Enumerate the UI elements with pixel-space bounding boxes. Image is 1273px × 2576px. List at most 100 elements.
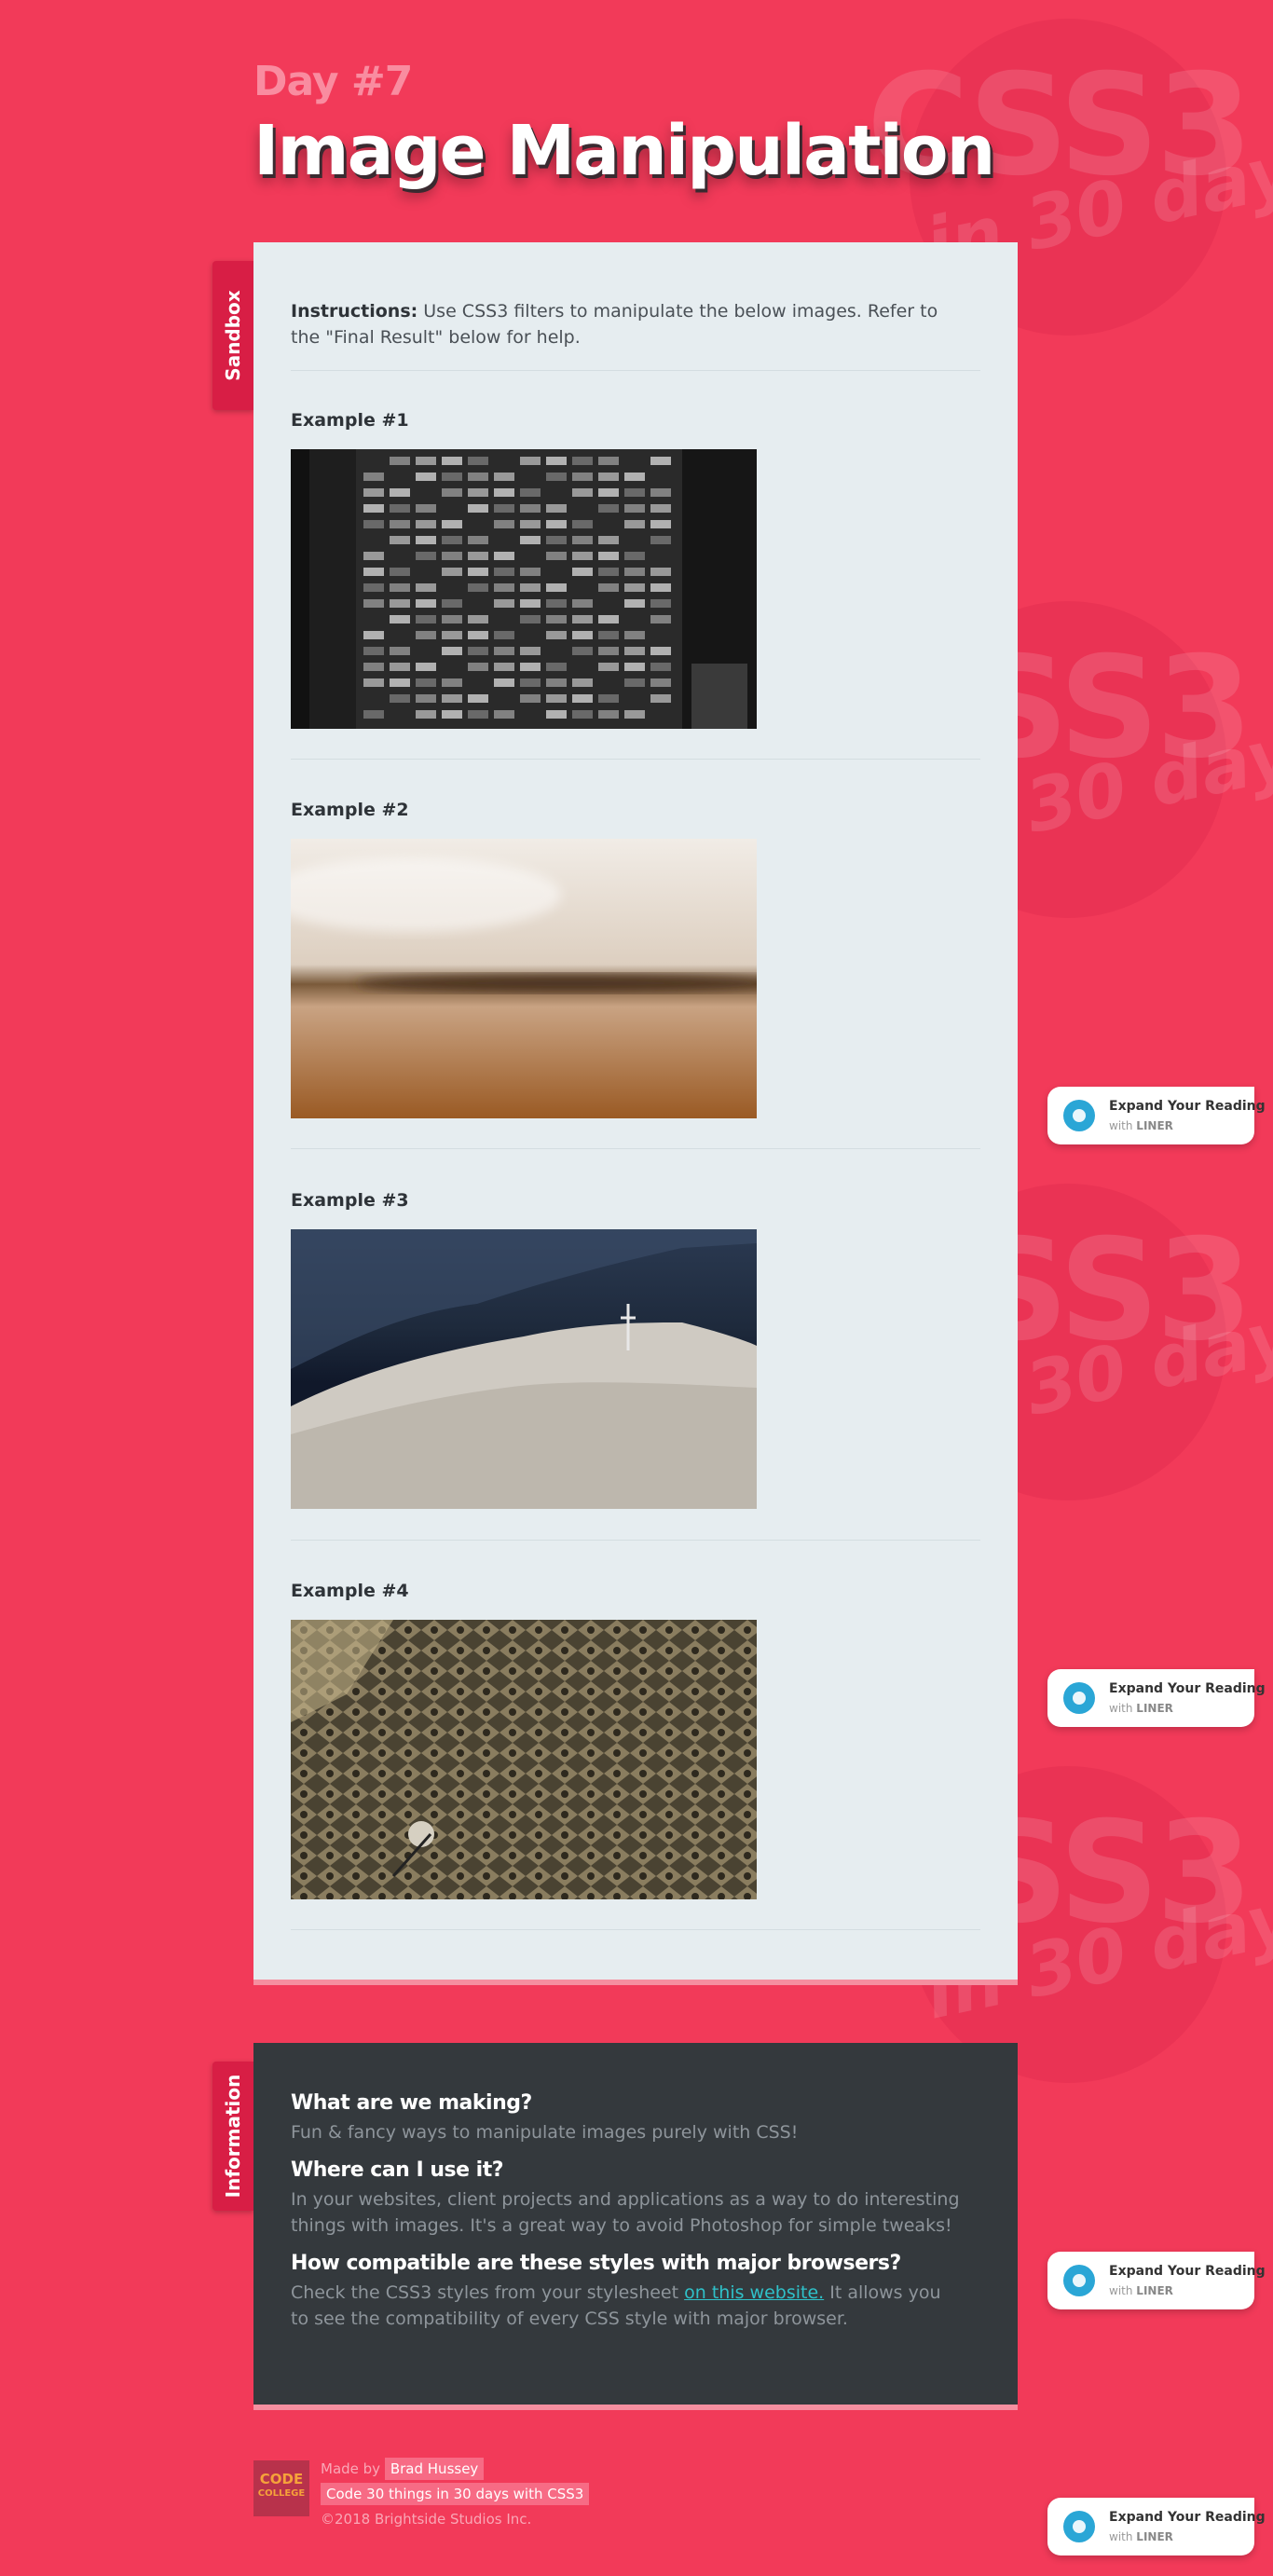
- building-window: [546, 457, 567, 465]
- building-window: [494, 647, 514, 655]
- building-window: [468, 488, 488, 497]
- building-window: [468, 473, 488, 481]
- building-window: [390, 663, 410, 671]
- liner-widget[interactable]: Expand Your Reading with LINER: [1047, 1087, 1266, 1144]
- building-window: [363, 663, 384, 671]
- building-window: [494, 520, 514, 528]
- building-window: [494, 599, 514, 608]
- building-window: [572, 568, 593, 576]
- building-window: [468, 647, 488, 655]
- liner-widget[interactable]: Expand Your Reading with LINER: [1047, 2252, 1266, 2309]
- logo-text: CODE: [259, 2471, 304, 2487]
- building-window: [442, 457, 462, 465]
- information-tab-label: Information: [222, 2074, 244, 2199]
- building-window: [572, 710, 593, 719]
- building-window: [416, 694, 436, 703]
- building-window: [546, 631, 567, 639]
- building-window: [546, 663, 567, 671]
- building-window: [598, 663, 619, 671]
- building-window: [624, 552, 645, 560]
- course-link[interactable]: Code 30 things in 30 days with CSS3: [321, 2483, 590, 2505]
- building-window: [650, 583, 671, 592]
- example-2-label: Example #2: [291, 800, 409, 820]
- building-window: [572, 457, 593, 465]
- building-window: [520, 536, 541, 544]
- divider: [291, 759, 980, 760]
- building-window: [390, 599, 410, 608]
- building-window: [546, 473, 567, 481]
- example-3-image: [291, 1229, 757, 1509]
- building-window: [598, 457, 619, 465]
- building-window: [520, 678, 541, 687]
- information-tab: Information: [212, 2062, 253, 2211]
- code-college-logo[interactable]: CODE COLLEGE: [253, 2460, 309, 2516]
- building-window: [442, 473, 462, 481]
- liner-title: Expand Your Reading: [1109, 2264, 1266, 2279]
- building-window: [598, 536, 619, 544]
- liner-widget[interactable]: Expand Your Reading with LINER: [1047, 2498, 1266, 2555]
- building-window: [598, 647, 619, 655]
- building-window: [416, 663, 436, 671]
- building-window: [468, 457, 488, 465]
- made-by: Made by Brad Hussey: [321, 2458, 485, 2480]
- building-window: [442, 552, 462, 560]
- building-window: [598, 568, 619, 576]
- building-window: [494, 473, 514, 481]
- liner-title: Expand Your Reading: [1109, 1099, 1266, 1114]
- building-window: [546, 615, 567, 623]
- building-window: [520, 615, 541, 623]
- building-window: [363, 552, 384, 560]
- liner-widget[interactable]: Expand Your Reading with LINER: [1047, 1669, 1266, 1727]
- building-window: [624, 631, 645, 639]
- building-window: [546, 710, 567, 719]
- building-window: [546, 583, 567, 592]
- building-window: [416, 552, 436, 560]
- sandbox-tab: Sandbox: [212, 261, 253, 410]
- faq-answer: In your websites, client projects and ap…: [291, 2189, 960, 2236]
- building-window: [442, 520, 462, 528]
- building-window: [624, 647, 645, 655]
- building-window: [650, 457, 671, 465]
- building-window: [546, 520, 567, 528]
- example-3-label: Example #3: [291, 1190, 409, 1211]
- building-window: [442, 568, 462, 576]
- faq-question: How compatible are these styles with maj…: [291, 2252, 901, 2275]
- building-window: [494, 663, 514, 671]
- building-window: [520, 488, 541, 497]
- building-window: [363, 599, 384, 608]
- page-title: Image Manipulation: [253, 111, 995, 191]
- liner-subtitle: with LINER: [1109, 2284, 1173, 2297]
- building-window: [390, 647, 410, 655]
- building-window: [468, 694, 488, 703]
- building-window: [416, 536, 436, 544]
- divider: [291, 370, 980, 371]
- faq-answer-text: Check the CSS3 styles from your styleshe…: [291, 2282, 685, 2303]
- building-window: [416, 599, 436, 608]
- building-window: [624, 678, 645, 687]
- building-window: [624, 710, 645, 719]
- building-window: [624, 488, 645, 497]
- building-window: [572, 552, 593, 560]
- building-window: [442, 647, 462, 655]
- building-window: [416, 473, 436, 481]
- instructions-label: Instructions:: [291, 301, 418, 322]
- building-window: [390, 615, 410, 623]
- page-header: Day #7 Image Manipulation: [253, 58, 995, 191]
- building-window: [363, 473, 384, 481]
- author-link[interactable]: Brad Hussey: [384, 2458, 485, 2480]
- building-window: [546, 599, 567, 608]
- faq-question: Where can I use it?: [291, 2158, 504, 2182]
- building-window: [572, 615, 593, 623]
- building-window: [442, 710, 462, 719]
- information-panel: What are we making? Fun & fancy ways to …: [253, 2043, 1018, 2410]
- liner-title: Expand Your Reading: [1109, 1681, 1266, 1696]
- building-window: [624, 520, 645, 528]
- building-window: [572, 536, 593, 544]
- divider: [291, 1929, 980, 1930]
- building-window: [598, 488, 619, 497]
- building-window: [390, 457, 410, 465]
- compatibility-link[interactable]: on this website.: [684, 2282, 824, 2303]
- building-window: [442, 615, 462, 623]
- building-window: [650, 678, 671, 687]
- building-window: [546, 504, 567, 513]
